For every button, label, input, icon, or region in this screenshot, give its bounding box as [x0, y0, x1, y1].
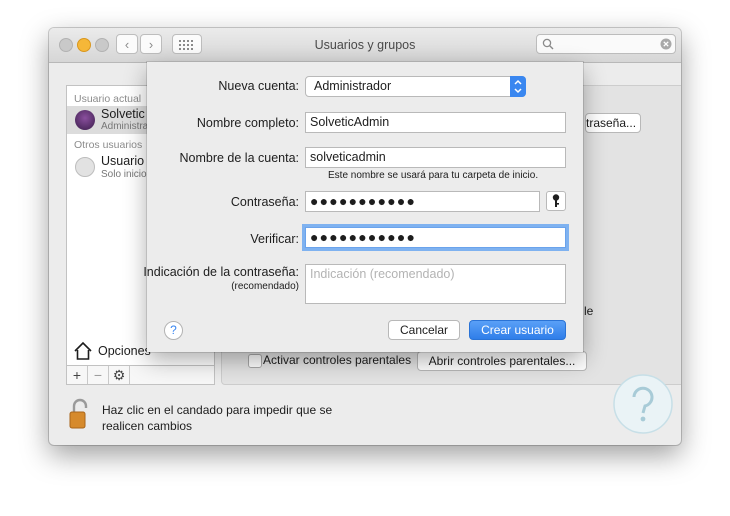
account-name-field[interactable]: solveticadmin [305, 147, 566, 168]
password-assistant-button[interactable] [546, 191, 566, 211]
gear-button[interactable]: ⚙ [109, 366, 130, 384]
verify-label: Verificar: [250, 232, 299, 246]
avatar-icon [75, 110, 95, 130]
current-user-name: Solvetic [101, 107, 145, 121]
search-icon [542, 38, 554, 50]
account-name-label: Nombre de la cuenta: [179, 151, 299, 165]
home-icon [74, 341, 92, 360]
other-user-role: Solo inicio [101, 169, 147, 180]
verify-field[interactable]: ●●●●●●●●●●● [305, 227, 566, 248]
avatar-icon [75, 157, 95, 177]
current-user-header: Usuario actual [74, 93, 142, 105]
watermark-logo-icon [613, 374, 673, 434]
title-bar: ‹ › Usuarios y grupos [49, 28, 681, 63]
parental-controls-checkbox[interactable] [248, 354, 262, 368]
account-name-hint: Este nombre se usará para tu carpeta de … [328, 170, 539, 181]
login-options-label: Opciones [98, 344, 151, 358]
hint-sublabel: (recomendado) [231, 281, 299, 292]
search-field[interactable] [536, 34, 676, 54]
new-account-label: Nueva cuenta: [218, 79, 299, 93]
remove-user-button[interactable]: − [88, 366, 109, 384]
chevron-updown-icon [510, 76, 526, 97]
lock-message-line1: Haz clic en el candado para impedir que … [102, 403, 333, 417]
gear-icon: ⚙ [112, 367, 126, 383]
partial-text: le [584, 304, 594, 318]
help-icon: ? [170, 323, 177, 337]
account-type-value: Administrador [314, 79, 392, 93]
account-type-select[interactable]: Administrador [305, 76, 526, 97]
create-user-button[interactable]: Crear usuario [469, 320, 566, 340]
new-account-sheet: Nueva cuenta: Administrador Nombre compl… [143, 62, 583, 352]
hint-label: Indicación de la contraseña: [143, 265, 299, 279]
full-name-field[interactable]: SolveticAdmin [305, 112, 566, 133]
parental-controls-label: Activar controles parentales [263, 353, 412, 367]
cancel-button[interactable]: Cancelar [388, 320, 460, 340]
clear-icon[interactable] [660, 38, 672, 50]
help-button[interactable]: ? [164, 321, 183, 340]
other-user-name: Usuario i [101, 154, 151, 168]
add-user-button[interactable]: + [67, 366, 88, 384]
password-label: Contraseña: [230, 195, 299, 209]
open-parental-controls-button[interactable]: Abrir controles parentales... [417, 351, 587, 371]
sidebar-toolbar: + − ⚙ [66, 365, 215, 385]
full-name-label: Nombre completo: [196, 116, 299, 130]
change-password-button[interactable]: traseña... [585, 113, 641, 133]
lock-icon[interactable] [69, 398, 91, 430]
password-field[interactable]: ●●●●●●●●●●● [305, 191, 540, 212]
key-icon [552, 194, 560, 207]
other-users-header: Otros usuarios [74, 139, 143, 151]
lock-message-line2: realicen cambios [102, 419, 193, 433]
password-hint-field[interactable]: Indicación (recomendado) [305, 264, 566, 304]
lock-message: Haz clic en el candado para impedir que … [102, 402, 332, 434]
